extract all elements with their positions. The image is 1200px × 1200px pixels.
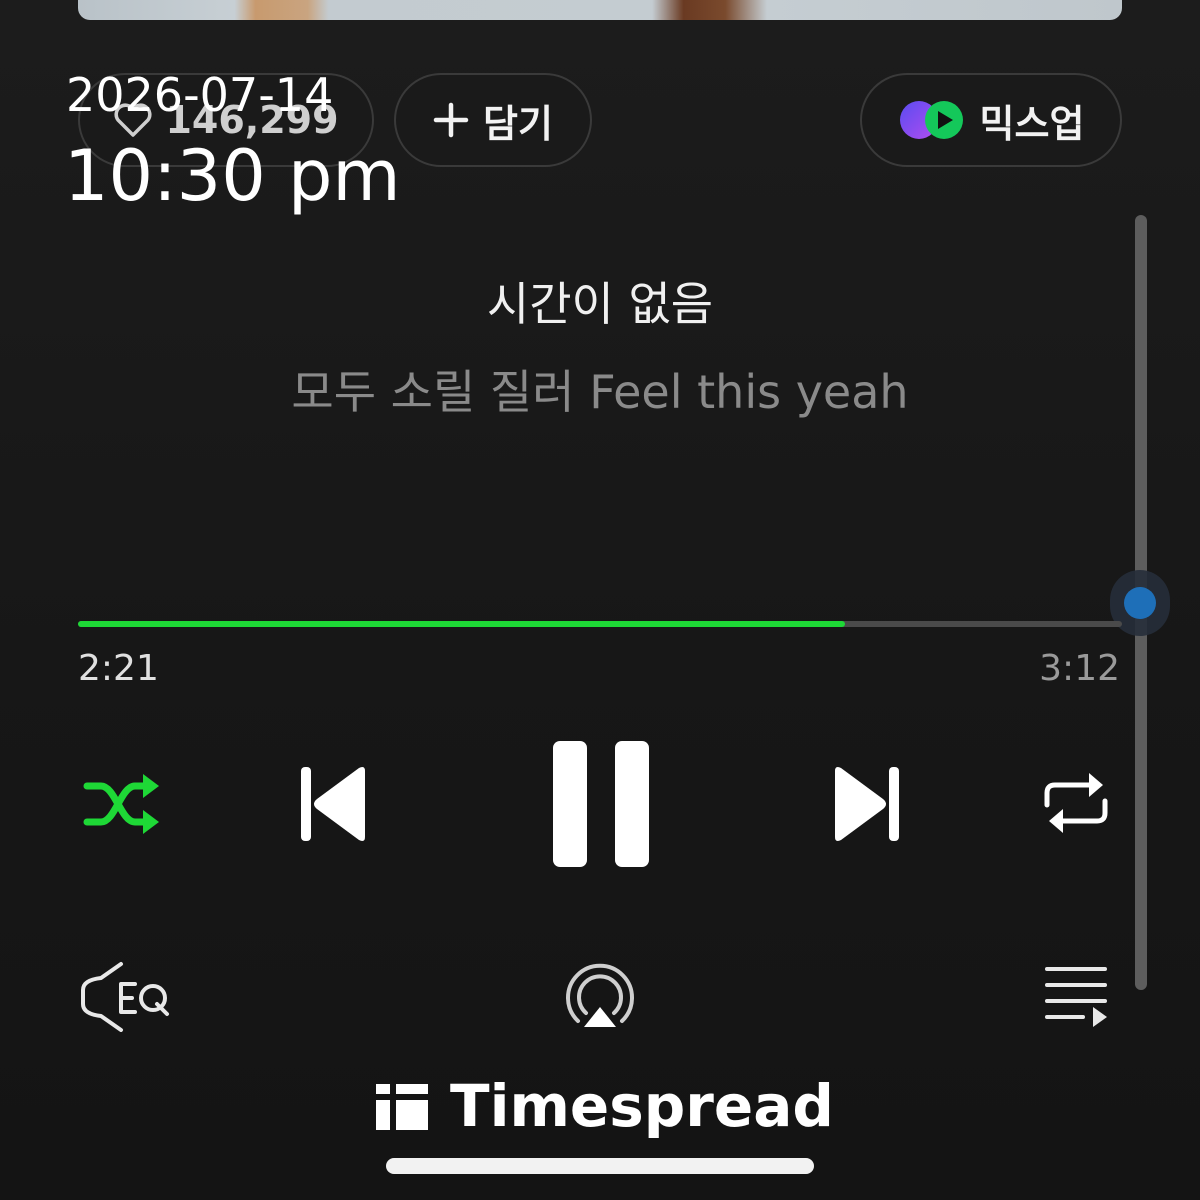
previous-button[interactable] — [298, 764, 370, 844]
timespread-logo-icon — [376, 1084, 428, 1130]
home-indicator[interactable] — [386, 1158, 814, 1174]
album-art[interactable] — [78, 0, 1122, 20]
airplay-icon — [566, 963, 634, 1027]
airplay-button[interactable] — [562, 958, 638, 1030]
elapsed-time: 2:21 — [78, 648, 159, 689]
watermark-text: Timespread — [450, 1072, 834, 1140]
playlist-button[interactable] — [1042, 962, 1112, 1028]
lyric-next-line[interactable]: 모두 소릴 질러 Feel this yeah — [0, 360, 1200, 424]
pause-icon — [553, 741, 649, 867]
lyric-current-line[interactable]: 시간이 없음 — [0, 272, 1200, 336]
mixup-icon — [899, 101, 963, 139]
repeat-icon — [1044, 773, 1108, 833]
overlay-date: 2026-07-14 — [66, 68, 334, 122]
shuffle-icon — [83, 774, 159, 834]
shuffle-button[interactable] — [78, 766, 164, 842]
add-to-playlist-button[interactable]: 담기 — [394, 73, 592, 167]
plus-icon — [433, 102, 469, 138]
next-button[interactable] — [830, 764, 902, 844]
add-label: 담기 — [483, 101, 553, 146]
mixup-button[interactable]: 믹스업 — [860, 73, 1122, 167]
progress-bar[interactable] — [78, 621, 1122, 627]
skip-next-icon — [835, 767, 899, 841]
overlay-time: 10:30 pm — [64, 135, 401, 217]
mixup-label: 믹스업 — [979, 101, 1085, 146]
skip-previous-icon — [301, 767, 365, 841]
playlist-icon — [1045, 967, 1107, 1027]
progress-fill — [78, 621, 846, 627]
repeat-button[interactable] — [1040, 770, 1112, 836]
equalizer-icon — [81, 962, 169, 1032]
timespread-watermark: Timespread — [376, 1072, 834, 1140]
equalizer-button[interactable] — [76, 958, 172, 1034]
player-screen: 146,299 담기 믹스업 2026-07-14 10:30 pm 시간이 없… — [0, 0, 1200, 1200]
pause-button[interactable] — [550, 738, 652, 870]
total-time: 3:12 — [1039, 648, 1120, 689]
